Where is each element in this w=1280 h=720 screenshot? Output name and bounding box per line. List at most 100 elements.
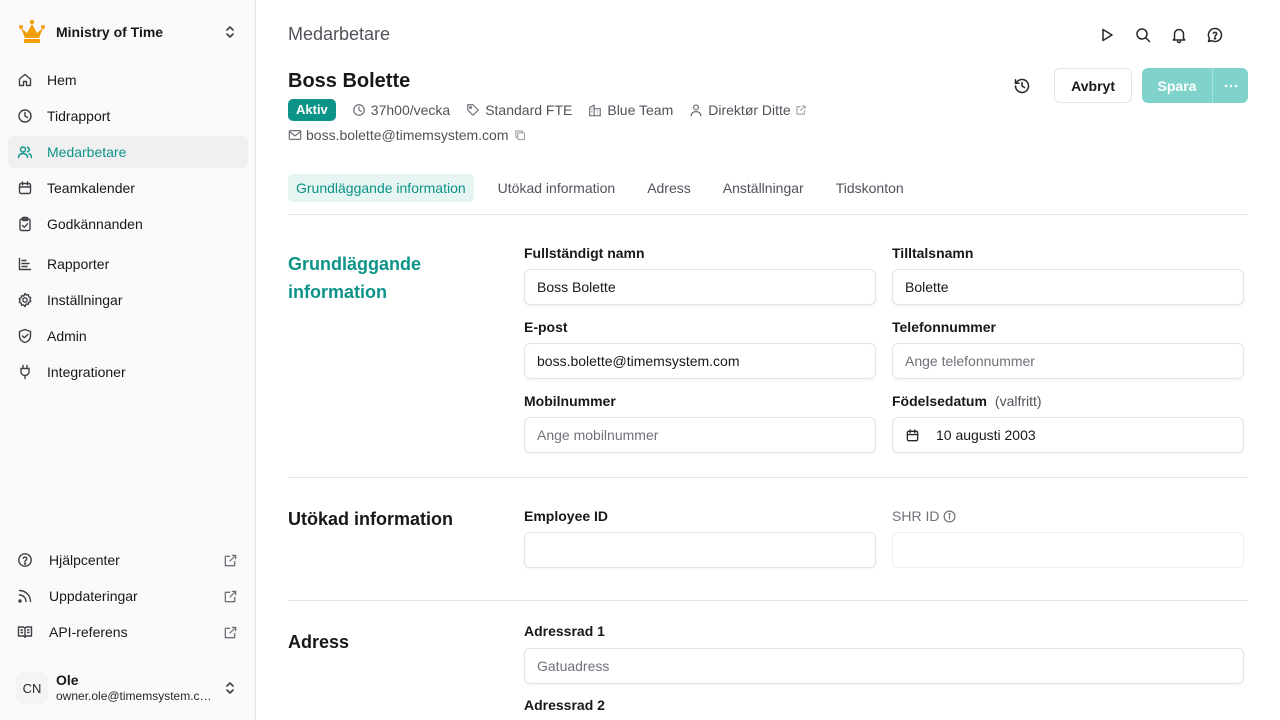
nav-item-installningar[interactable]: Inställningar: [8, 284, 248, 316]
clock-icon: [352, 104, 365, 116]
shr-id-input: [892, 532, 1244, 568]
email-input[interactable]: boss.bolette@timemsystem.com: [524, 343, 876, 379]
email-label: E-post: [524, 319, 568, 335]
employee-id-input[interactable]: [524, 532, 876, 568]
tab-bar: Grundläggande information Utökad informa…: [288, 174, 1248, 215]
nav-label: Hem: [47, 72, 77, 88]
full-name-input[interactable]: Boss Bolette: [524, 269, 876, 305]
play-icon[interactable]: [1098, 26, 1116, 44]
nav-label: Uppdateringar: [49, 588, 138, 604]
bell-icon[interactable]: [1170, 26, 1188, 44]
clipboard-check-icon: [19, 216, 31, 232]
user-name: Ole: [56, 672, 79, 688]
status-badge: Aktiv: [288, 99, 336, 121]
shield-check-icon: [18, 328, 32, 344]
nav-item-api-referens[interactable]: API-referens: [8, 616, 248, 648]
nav-item-uppdateringar[interactable]: Uppdateringar: [8, 580, 248, 612]
external-link-icon: [224, 626, 237, 638]
phone-input[interactable]: Ange telefonnummer: [892, 343, 1244, 379]
tab-utokad[interactable]: Utökad information: [490, 174, 624, 202]
more-options-button[interactable]: [1212, 68, 1248, 103]
main-content: Medarbetare Boss Bolette Aktiv 37h00/vec…: [257, 0, 1280, 720]
crown-logo-icon: [19, 19, 45, 43]
nav-label: Inställningar: [47, 292, 123, 308]
nav-item-hem[interactable]: Hem: [8, 64, 248, 96]
address-line1-input[interactable]: Gatuadress: [524, 648, 1244, 684]
mobile-input[interactable]: Ange mobilnummer: [524, 417, 876, 453]
email-text: boss.bolette@timemsystem.com: [306, 127, 509, 143]
tab-adress[interactable]: Adress: [639, 174, 699, 202]
mobile-label: Mobilnummer: [524, 393, 616, 409]
chevron-up-down-icon: [226, 26, 234, 38]
fte-text: Standard FTE: [485, 102, 573, 118]
nickname-input[interactable]: Bolette: [892, 269, 1244, 305]
optional-hint: (valfritt): [994, 393, 1042, 409]
calendar-icon: [906, 428, 919, 441]
bottom-nav: Hjälpcenter Uppdateringar API-referens: [8, 544, 248, 652]
tab-grundlaggande[interactable]: Grundläggande information: [288, 174, 474, 202]
book-open-icon: [17, 626, 33, 639]
search-icon[interactable]: [1134, 26, 1152, 44]
user-menu[interactable]: CN Ole owner.ole@timemsystem.com: [16, 668, 248, 708]
tab-tidskonton[interactable]: Tidskonton: [828, 174, 912, 202]
more-horizontal-icon: [1224, 84, 1237, 87]
nav-item-teamkalender[interactable]: Teamkalender: [8, 172, 248, 204]
nav-item-rapporter[interactable]: Rapporter: [8, 248, 248, 280]
tag-icon: [467, 104, 480, 116]
birthdate-label: Födelsedatum (valfritt): [892, 393, 1042, 409]
shr-id-label: SHR ID: [892, 508, 956, 524]
nav-item-hjalpcenter[interactable]: Hjälpcenter: [8, 544, 248, 576]
user-email: owner.ole@timemsystem.com: [56, 689, 216, 703]
org-name: Ministry of Time: [56, 24, 164, 40]
nav-label: Rapporter: [47, 256, 110, 272]
org-switcher[interactable]: Ministry of Time: [16, 16, 248, 48]
chevron-up-down-icon: [226, 682, 234, 694]
address-line2-label: Adressrad 2: [524, 697, 605, 713]
external-link-icon: [224, 590, 237, 602]
email-meta: boss.bolette@timemsystem.com: [288, 127, 526, 143]
address-line1-label: Adressrad 1: [524, 623, 605, 639]
team-text: Blue Team: [607, 102, 674, 118]
users-icon: [17, 146, 33, 159]
external-link-icon: [224, 554, 237, 566]
info-icon[interactable]: [943, 510, 956, 523]
mail-icon: [288, 130, 302, 140]
nav-item-integrationer[interactable]: Integrationer: [8, 356, 248, 388]
header-actions: Avbryt Spara: [1012, 68, 1248, 103]
nav-item-medarbetare[interactable]: Medarbetare: [8, 136, 248, 168]
nav-label: Teamkalender: [47, 180, 135, 196]
birthdate-picker[interactable]: 10 augusti 2003: [892, 417, 1244, 453]
nav-label: Hjälpcenter: [49, 552, 120, 568]
nav-item-tidrapport[interactable]: Tidrapport: [8, 100, 248, 132]
chat-help-icon[interactable]: [1206, 26, 1224, 44]
nav-label: Integrationer: [47, 364, 126, 380]
employee-meta: Aktiv 37h00/vecka Standard FTE Blue Team…: [288, 99, 823, 121]
phone-label: Telefonnummer: [892, 319, 996, 335]
employee-id-label: Employee ID: [524, 508, 609, 524]
manager-meta[interactable]: Direktør Ditte: [689, 102, 806, 118]
history-icon[interactable]: [1012, 76, 1032, 96]
birthdate-label-text: Födelsedatum: [892, 393, 987, 409]
calendar-icon: [18, 181, 32, 195]
copy-icon[interactable]: [514, 129, 526, 141]
nav-label: Tidrapport: [47, 108, 111, 124]
team-meta: Blue Team: [588, 102, 673, 118]
employee-name: Boss Bolette: [288, 70, 411, 92]
bar-chart-icon: [18, 257, 32, 271]
help-circle-icon: [18, 553, 32, 567]
nickname-label: Tilltalsnamn: [892, 245, 974, 261]
hours-text: 37h00/vecka: [370, 102, 451, 118]
section-title-basic: Grundläggande information: [288, 254, 422, 302]
tab-anstallningar[interactable]: Anställningar: [715, 174, 812, 202]
cancel-button[interactable]: Avbryt: [1054, 68, 1132, 103]
section-divider: [288, 600, 1248, 601]
nav-label: Godkännanden: [47, 216, 143, 232]
save-button[interactable]: Spara: [1142, 68, 1212, 103]
home-icon: [18, 73, 32, 87]
nav-label: Medarbetare: [47, 144, 127, 160]
sidebar: Ministry of Time Hem Tidrapport Medarbet…: [0, 0, 256, 720]
nav-item-godkannanden[interactable]: Godkännanden: [8, 208, 248, 240]
external-link-icon: [796, 105, 806, 115]
nav-item-admin[interactable]: Admin: [8, 320, 248, 352]
clock-icon: [18, 109, 32, 123]
